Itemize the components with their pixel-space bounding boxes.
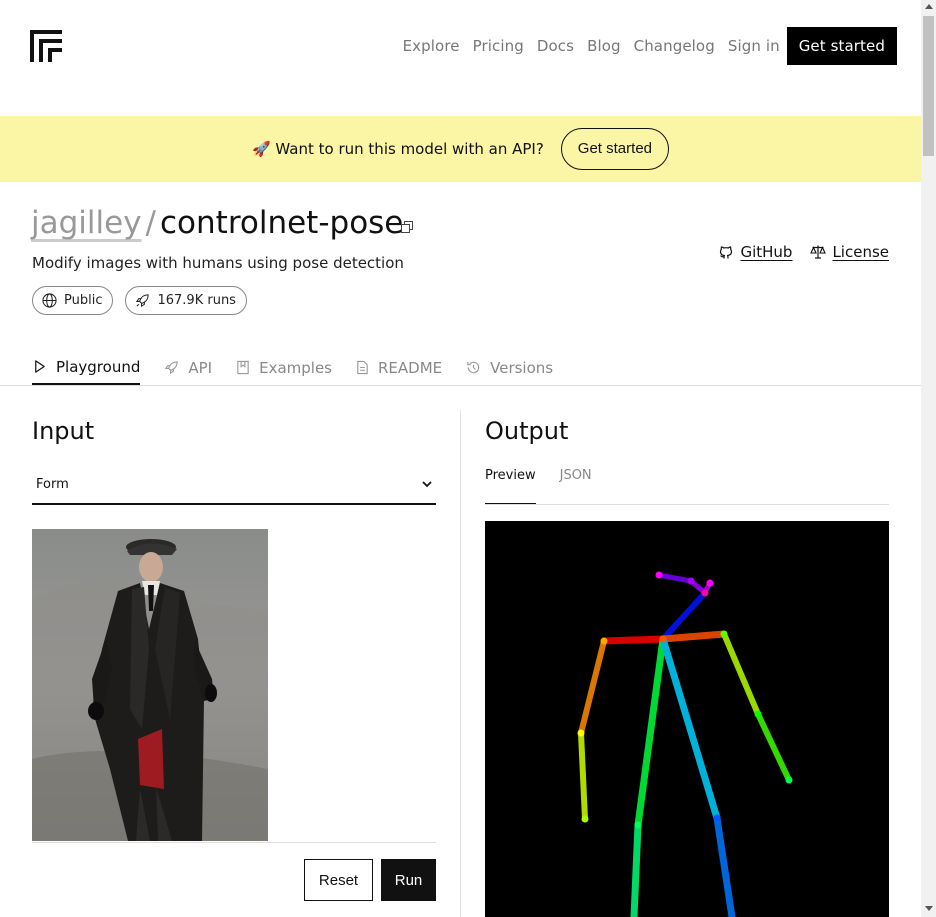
api-banner: 🚀 Want to run this model with an API? Ge… — [0, 116, 921, 182]
tab-versions-label: Versions — [490, 358, 554, 377]
output-pose-image[interactable] — [485, 521, 889, 917]
tab-examples-label: Examples — [259, 358, 332, 377]
output-heading: Output — [485, 417, 569, 445]
tab-api[interactable]: API — [164, 350, 212, 385]
license-link[interactable]: License — [810, 243, 889, 261]
chevron-down-icon — [422, 481, 432, 488]
model-description: Modify images with humans using pose det… — [32, 254, 404, 272]
model-tabs: Playground API Examples README Versions — [32, 350, 577, 385]
github-link[interactable]: GitHub — [718, 243, 792, 261]
replicate-logo-icon[interactable] — [30, 30, 62, 62]
nav-sign-in[interactable]: Sign in — [728, 37, 780, 55]
tab-versions[interactable]: Versions — [466, 350, 553, 385]
scroll-down-arrow-icon[interactable] — [925, 906, 933, 911]
github-label: GitHub — [740, 243, 793, 261]
input-divider — [32, 842, 436, 843]
copy-icon[interactable] — [401, 221, 413, 233]
model-badges: Public 167.9K runs — [32, 286, 259, 315]
tab-json[interactable]: JSON — [560, 468, 592, 505]
nav-explore[interactable]: Explore — [403, 37, 460, 55]
tab-preview[interactable]: Preview — [485, 468, 536, 505]
tab-examples[interactable]: Examples — [236, 350, 332, 385]
input-heading: Input — [32, 417, 95, 445]
globe-icon — [42, 293, 57, 308]
reset-button[interactable]: Reset — [304, 859, 373, 901]
page: Explore Pricing Docs Blog Changelog Sign… — [0, 0, 921, 917]
banner-text: 🚀 Want to run this model with an API? — [251, 140, 544, 158]
bookmark-icon — [237, 360, 249, 375]
tab-playground-label: Playground — [56, 357, 141, 376]
tab-api-label: API — [188, 358, 213, 377]
input-mode-value: Form — [36, 476, 69, 492]
tab-readme-label: README — [377, 358, 443, 377]
runs-count: 167.9K runs — [157, 293, 236, 308]
model-title: jagilley / controlnet-pose — [31, 205, 403, 241]
title-separator: / — [145, 205, 156, 241]
rocket-icon — [136, 294, 150, 308]
page-scrollbar[interactable] — [921, 0, 936, 917]
license-label: License — [832, 243, 889, 261]
input-image[interactable] — [32, 529, 268, 841]
scroll-up-arrow-icon[interactable] — [925, 4, 933, 9]
run-button[interactable]: Run — [381, 859, 436, 901]
tabs-divider — [0, 385, 921, 386]
rocket-icon — [165, 361, 179, 375]
tab-readme[interactable]: README — [356, 350, 442, 385]
visibility-badge: Public — [32, 286, 114, 315]
model-name: controlnet-pose — [160, 205, 404, 241]
top-nav: Explore Pricing Docs Blog Changelog Sign… — [390, 27, 897, 65]
get-started-button[interactable]: Get started — [786, 27, 897, 65]
nav-changelog[interactable]: Changelog — [634, 37, 715, 55]
scale-icon — [810, 245, 827, 259]
nav-pricing[interactable]: Pricing — [473, 37, 524, 55]
nav-blog[interactable]: Blog — [587, 37, 621, 55]
play-icon — [35, 360, 45, 373]
nav-docs[interactable]: Docs — [537, 37, 574, 55]
tab-playground[interactable]: Playground — [32, 350, 141, 385]
output-tabs: Preview JSON — [485, 468, 616, 505]
output-tabs-divider — [485, 504, 889, 505]
model-links: GitHub License — [700, 243, 889, 261]
panel-divider — [460, 410, 461, 917]
document-icon — [357, 360, 368, 375]
visibility-label: Public — [64, 293, 103, 308]
history-icon — [467, 361, 480, 374]
scrollbar-thumb[interactable] — [923, 16, 934, 156]
runs-badge: 167.9K runs — [125, 286, 247, 315]
github-icon — [720, 246, 733, 259]
input-mode-select[interactable]: Form — [32, 465, 436, 505]
banner-get-started-button[interactable]: Get started — [560, 128, 669, 170]
model-owner-link[interactable]: jagilley — [31, 205, 142, 241]
